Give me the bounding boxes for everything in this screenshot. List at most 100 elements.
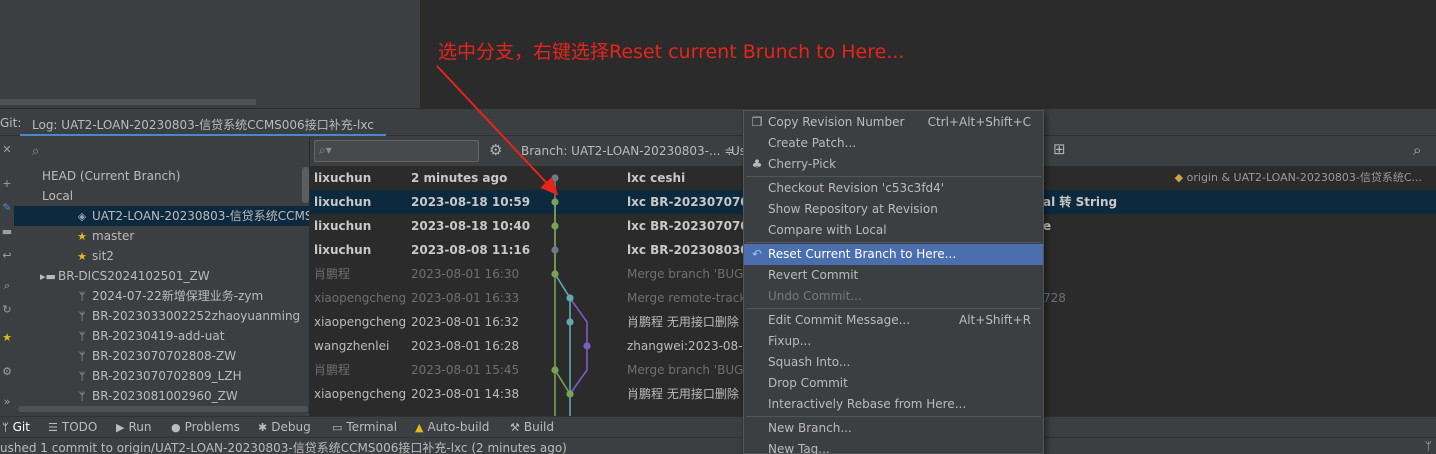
horizontal-scrollbar[interactable] xyxy=(18,406,308,412)
bug-icon: ✱ xyxy=(258,421,268,434)
tab-git[interactable]: ᛘ Git xyxy=(2,420,30,434)
undo-icon: ↶ xyxy=(751,247,763,261)
menu-item-label: Show Repository at Revision xyxy=(768,202,938,216)
search-icon[interactable]: ⌕ xyxy=(0,279,14,293)
menu-item-label: Create Patch... xyxy=(768,136,857,150)
branch-label: BR-2023070702809_LZH xyxy=(92,369,242,383)
menu-item-label: Revert Commit xyxy=(768,268,859,282)
graph-edge xyxy=(554,369,571,395)
commit-node xyxy=(551,366,559,374)
branch-item[interactable]: HEAD (Current Branch) xyxy=(14,166,309,186)
tab-build[interactable]: ⚒ Build xyxy=(510,420,554,434)
branch-item[interactable]: ᛘ BR-2023070702809_LZH xyxy=(14,366,309,386)
star-icon: ★ xyxy=(77,230,87,243)
menu-separator xyxy=(746,416,1041,417)
menu-item[interactable]: Create Patch... xyxy=(744,133,1043,154)
menu-item[interactable]: Drop Commit xyxy=(744,373,1043,394)
cherry-icon: ♣ xyxy=(751,157,763,171)
menu-item[interactable]: Interactively Rebase from Here... xyxy=(744,394,1043,415)
branch-item[interactable]: ⌄Local xyxy=(14,186,309,206)
vcs-branch-icon[interactable]: ᛘ xyxy=(1425,439,1432,453)
branch-label: 2024-07-22新增保理业务-zym xyxy=(92,289,264,303)
menu-item[interactable]: Edit Commit Message... Alt+Shift+R xyxy=(744,310,1043,331)
branch-label: sit2 xyxy=(92,249,114,263)
menu-item-label: Reset Current Branch to Here... xyxy=(768,247,957,261)
commit-node xyxy=(566,294,574,302)
tab-todo[interactable]: ☰ TODO xyxy=(48,420,97,434)
edit-icon[interactable]: ✎ xyxy=(0,201,14,214)
tab-problems[interactable]: ● Problems xyxy=(171,420,240,434)
gear-icon[interactable]: ⚙ xyxy=(489,141,502,159)
tab-label: Git xyxy=(12,420,30,434)
log-filter-input[interactable]: ⌕▾ xyxy=(314,140,479,162)
branch-search-input[interactable]: ⌕ xyxy=(22,141,302,163)
commit-node xyxy=(566,318,574,326)
problems-icon: ● xyxy=(171,421,181,434)
branch-label: Local xyxy=(42,189,74,203)
star-icon: ★ xyxy=(77,250,87,263)
menu-item-label: Squash Into... xyxy=(768,355,851,369)
branch-item[interactable]: ★ master xyxy=(14,226,309,246)
settings-icon[interactable]: ⚙ xyxy=(0,365,14,378)
branch-filter-dropdown[interactable]: Branch: UAT2-LOAN-20230803-... ≑ xyxy=(521,144,734,158)
run-icon: ▶ xyxy=(116,421,125,434)
branch-item[interactable]: ◈ UAT2-LOAN-20230803-信贷系统CCMS006接口补充-lxc xyxy=(14,206,309,226)
branch-item[interactable]: ᛘ BR-20230419-add-uat xyxy=(14,326,309,346)
vertical-scrollbar[interactable] xyxy=(302,167,309,203)
branch-item[interactable]: ▸▬ BR-DICS2024102501_ZW xyxy=(14,266,309,286)
branches-panel: ⌕ HEAD (Current Branch) ⌄Local ◈ UAT2-LOAN-… xyxy=(14,137,310,416)
menu-item[interactable]: Fixup... xyxy=(744,331,1043,352)
terminal-icon: ▭ xyxy=(332,421,343,434)
branch-icon: ᛘ xyxy=(78,370,86,383)
add-icon[interactable]: + xyxy=(0,177,14,190)
tab-log[interactable]: Log: UAT2-LOAN-20230803-信贷系统CCMS006接口补充-… xyxy=(20,109,386,136)
menu-item[interactable]: Compare with Local xyxy=(744,220,1043,241)
tab-terminal[interactable]: ▭ Terminal xyxy=(332,420,397,434)
hammer-icon: ⚒ xyxy=(510,421,520,434)
branch-item[interactable]: ᛘ BR-2023070702808-ZW xyxy=(14,346,309,366)
new-tab-icon[interactable]: ⊞ xyxy=(1053,140,1066,158)
commit-node xyxy=(566,390,574,398)
menu-item-label: New Tag... xyxy=(768,442,830,454)
commit-node xyxy=(583,342,591,350)
commit-node xyxy=(551,174,559,182)
branch-item[interactable]: ᛘ 2024-07-22新增保理业务-zym xyxy=(14,286,309,306)
menu-item-label: Drop Commit xyxy=(768,376,848,390)
tag-icon: ◈ xyxy=(77,210,87,223)
menu-item-label: Fixup... xyxy=(768,334,812,348)
branch-tag-label: origin & UAT2-LOAN-20230803-信贷系统C... xyxy=(1186,171,1422,184)
branch-item[interactable]: ᛘ BR-2023033002252zhaoyuanming xyxy=(14,306,309,326)
tab-run[interactable]: ▶ Run xyxy=(116,420,151,434)
branch-label: BR-2023033002252zhaoyuanming xyxy=(92,309,301,323)
list-icon: ☰ xyxy=(48,421,58,434)
commit-node xyxy=(551,222,559,230)
menu-item[interactable]: ↶ Reset Current Branch to Here... xyxy=(744,244,1043,265)
arrow-icon[interactable]: ↩ xyxy=(0,249,14,262)
menu-item[interactable]: New Branch... xyxy=(744,418,1043,439)
menu-item[interactable]: ❐ Copy Revision Number Ctrl+Alt+Shift+C xyxy=(744,112,1043,133)
menu-item-label: Copy Revision Number xyxy=(768,115,905,129)
branch-item[interactable]: ★ sit2 xyxy=(14,246,309,266)
menu-item[interactable]: Revert Commit xyxy=(744,265,1043,286)
menu-item-label: Checkout Revision 'c53c3fd4' xyxy=(768,181,945,195)
horizontal-scrollbar[interactable] xyxy=(0,99,256,105)
menu-item[interactable]: Show Repository at Revision xyxy=(744,199,1043,220)
more-icon[interactable]: » xyxy=(0,395,14,408)
status-message: ushed 1 commit to origin/UAT2-LOAN-20230… xyxy=(0,441,567,454)
search-icon[interactable]: ⌕ xyxy=(1413,141,1421,159)
close-icon[interactable]: ✕ xyxy=(0,143,14,156)
branch-label: BR-DICS2024102501_ZW xyxy=(58,269,210,283)
favorite-icon[interactable]: ★ xyxy=(0,331,14,344)
menu-item[interactable]: New Tag... xyxy=(744,439,1043,454)
menu-item[interactable]: Squash Into... xyxy=(744,352,1043,373)
branch-item[interactable]: ᛘ BR-2023081002960_ZW xyxy=(14,386,309,406)
refresh-icon[interactable]: ↻ xyxy=(0,303,14,316)
menu-item-label: Undo Commit... xyxy=(768,289,862,303)
tab-auto-build[interactable]: ▲ Auto-build xyxy=(415,420,489,434)
delete-icon[interactable]: ▬ xyxy=(0,225,14,238)
menu-item[interactable]: Checkout Revision 'c53c3fd4' xyxy=(744,178,1043,199)
tab-debug[interactable]: ✱ Debug xyxy=(258,420,311,434)
menu-item[interactable]: ♣ Cherry-Pick xyxy=(744,154,1043,175)
left-tool-strip: ✕ + ✎ ▬ ↩ ⌕ ↻ ★ ⚙ » xyxy=(0,137,14,416)
branch-icon: ᛘ xyxy=(78,390,86,403)
